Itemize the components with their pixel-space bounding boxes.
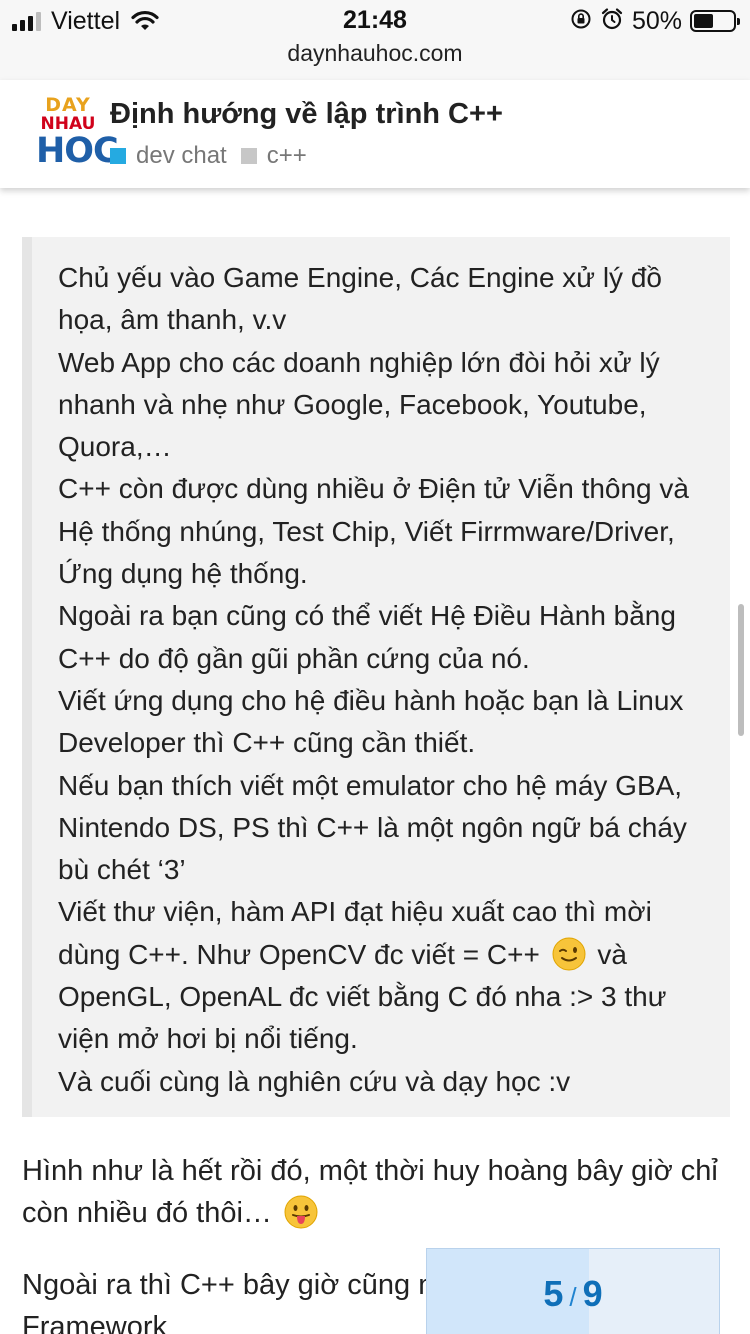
category-color-square-icon [240, 148, 257, 164]
category-tag-cpp[interactable]: c++ [240, 142, 307, 170]
progress-total: 9 [582, 1273, 603, 1314]
tongue-out-emoji-icon [284, 1195, 318, 1229]
paragraph-text: Hình như là hết rồi đó, một thời huy hoà… [22, 1155, 718, 1229]
quote-line: Ngoài ra bạn cũng có thể viết Hệ Điều Hà… [58, 600, 676, 674]
page-url[interactable]: daynhauhoc.com [0, 40, 750, 67]
battery-icon [690, 10, 740, 32]
progress-counter: 5/9 [427, 1273, 719, 1315]
quote-line: C++ còn được dùng nhiều ở Điện tử Viễn t… [58, 473, 689, 590]
alarm-icon [600, 7, 624, 36]
logo-text-hoc: HOC [36, 131, 119, 171]
winking-face-emoji-icon [552, 937, 586, 971]
topic-header: DAY NHAU HOC Định hướng về lập trình C++… [0, 80, 750, 188]
post-paragraph: Hình như là hết rồi đó, một thời huy hoà… [22, 1150, 722, 1234]
battery-percent: 50% [631, 6, 682, 35]
blockquote: Chủ yếu vào Game Engine, Các Engine xử l… [22, 237, 730, 1117]
category-tag-dev-chat[interactable]: dev chat [110, 142, 227, 170]
status-bar: Viettel 21:48 50% daynhauhoc.com [0, 0, 750, 80]
quote-line: Nếu bạn thích viết một emulator cho hệ m… [58, 769, 687, 886]
topic-tags: dev chat c++ [110, 142, 313, 170]
status-right: 50% [570, 6, 740, 36]
quote-line: Viết thư viện, hàm API đạt hiệu xuất cao… [58, 891, 716, 1060]
category-label: dev chat [136, 142, 227, 169]
category-label: c++ [266, 142, 307, 169]
site-logo[interactable]: DAY NHAU HOC [36, 92, 119, 172]
progress-separator: / [569, 1282, 577, 1312]
topic-progress-button[interactable]: 5/9 [426, 1248, 720, 1334]
progress-current: 5 [543, 1273, 564, 1314]
quote-line: Và cuối cùng là nghiên cứu và dạy học :v [58, 1065, 571, 1097]
category-color-square-icon [110, 148, 126, 164]
quote-line: Chủ yếu vào Game Engine, Các Engine xử l… [58, 262, 662, 336]
orientation-lock-icon [570, 8, 592, 35]
topic-title[interactable]: Định hướng về lập trình C++ [110, 98, 503, 131]
scrollbar[interactable] [738, 604, 744, 736]
quote-line: Web App cho các doanh nghiệp lớn đòi hỏi… [58, 346, 660, 463]
logo-text-day: DAY [45, 94, 91, 116]
quote-line: Viết ứng dụng cho hệ điều hành hoặc bạn … [58, 684, 684, 759]
